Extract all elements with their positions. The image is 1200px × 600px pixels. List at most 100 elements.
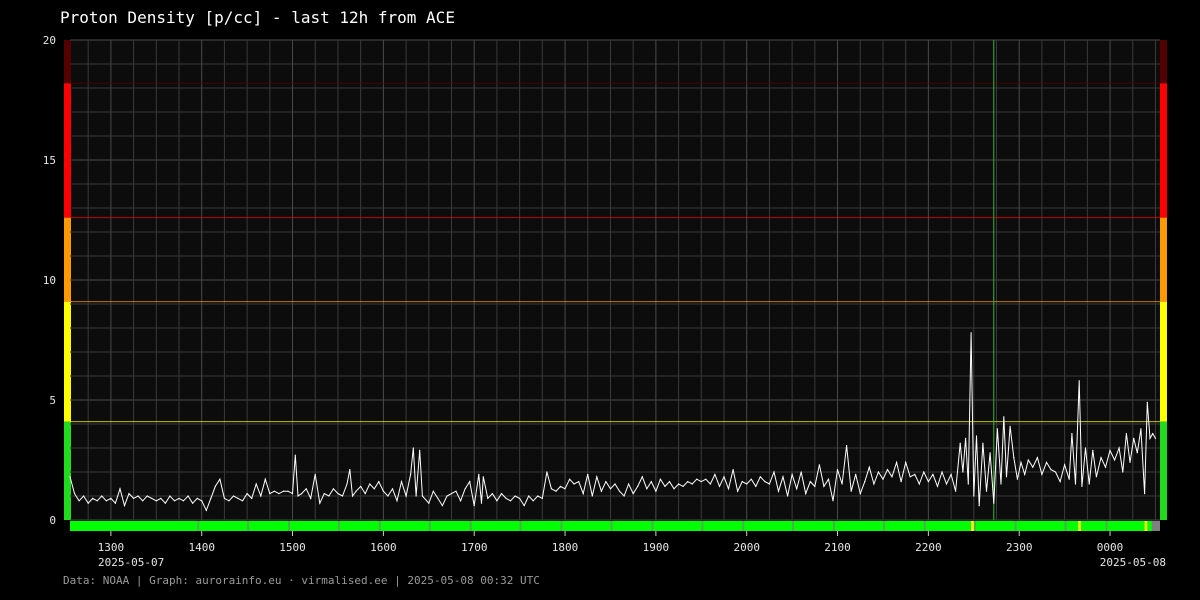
data-point bbox=[487, 497, 489, 499]
data-point bbox=[941, 471, 943, 473]
data-point bbox=[705, 478, 707, 480]
data-point bbox=[1100, 457, 1102, 459]
data-point bbox=[800, 471, 802, 473]
data-point bbox=[546, 471, 548, 473]
data-point bbox=[482, 476, 484, 478]
data-point bbox=[337, 493, 339, 495]
data-point bbox=[1092, 449, 1094, 451]
data-point bbox=[419, 449, 421, 451]
data-point bbox=[696, 478, 698, 480]
data-point bbox=[500, 493, 503, 495]
data-point bbox=[891, 476, 893, 478]
data-point bbox=[965, 437, 967, 439]
status-bar-tick bbox=[973, 521, 976, 531]
data-point bbox=[223, 497, 225, 499]
status-bar-ok bbox=[70, 521, 1157, 531]
x-tick-label: 2100 bbox=[824, 541, 851, 554]
x-tick-label: 1500 bbox=[279, 541, 306, 554]
data-point bbox=[555, 490, 557, 492]
data-point bbox=[641, 476, 643, 478]
status-bar-tick bbox=[1014, 521, 1017, 531]
data-point bbox=[1144, 493, 1146, 495]
data-point bbox=[1118, 447, 1120, 449]
data-point bbox=[146, 495, 148, 497]
y-axis-ticks: 0 5 10 15 20 bbox=[43, 34, 56, 527]
data-point bbox=[773, 471, 775, 473]
x-tick-label: 1300 bbox=[98, 541, 125, 554]
data-point bbox=[818, 464, 821, 466]
data-point bbox=[255, 483, 257, 485]
data-point bbox=[328, 495, 330, 497]
data-point bbox=[446, 495, 448, 497]
level-band-right-yellow bbox=[1160, 301, 1167, 422]
date-label-start: 2025-05-07 bbox=[98, 556, 164, 569]
data-point bbox=[114, 502, 116, 504]
date-labels: 2025-05-07 2025-05-08 bbox=[98, 556, 1166, 569]
data-point bbox=[973, 495, 975, 497]
data-point bbox=[975, 435, 978, 437]
data-point bbox=[1081, 485, 1083, 487]
data-point bbox=[959, 442, 961, 444]
data-point bbox=[523, 505, 525, 507]
data-point bbox=[69, 476, 71, 478]
data-point bbox=[1013, 457, 1015, 459]
data-point bbox=[755, 485, 757, 487]
data-point bbox=[232, 495, 235, 497]
data-point bbox=[301, 493, 303, 495]
data-point bbox=[269, 493, 271, 495]
status-segment-warn bbox=[1078, 521, 1081, 531]
data-point bbox=[914, 473, 916, 475]
y-tick-label: 15 bbox=[43, 154, 56, 167]
data-point bbox=[1154, 437, 1157, 439]
data-point bbox=[1109, 449, 1111, 451]
data-point bbox=[955, 490, 957, 492]
data-point bbox=[505, 497, 507, 499]
x-axis-ticks: 1300 1400 1500 1600 1700 1800 1900 2000 2100 2200… bbox=[98, 531, 1123, 554]
data-point bbox=[469, 481, 471, 483]
data-point bbox=[605, 481, 607, 483]
status-bar-tick bbox=[833, 521, 835, 531]
data-point bbox=[297, 495, 299, 497]
data-point bbox=[460, 500, 462, 502]
data-point bbox=[655, 490, 657, 492]
data-point bbox=[909, 476, 911, 478]
data-point bbox=[496, 500, 498, 502]
data-point bbox=[428, 502, 430, 504]
x-tick-label: 2000 bbox=[733, 541, 760, 554]
data-point bbox=[832, 500, 834, 502]
data-point bbox=[1020, 461, 1022, 463]
data-point bbox=[314, 473, 316, 475]
data-point bbox=[996, 428, 999, 430]
data-point bbox=[412, 447, 414, 449]
data-point bbox=[242, 500, 244, 502]
data-point bbox=[164, 502, 166, 504]
data-point bbox=[196, 497, 198, 499]
data-point bbox=[600, 490, 603, 492]
data-point bbox=[1078, 380, 1080, 382]
data-point bbox=[1032, 466, 1034, 468]
data-point bbox=[396, 500, 398, 502]
level-band-right-darkred bbox=[1160, 40, 1167, 84]
data-point bbox=[868, 466, 870, 468]
data-point bbox=[882, 478, 884, 480]
chart-canvas: 0 5 10 15 20 1300 1400 1500 1600 1700 1800 1900 200… bbox=[43, 34, 1167, 569]
data-point bbox=[1071, 433, 1073, 435]
data-point bbox=[900, 481, 902, 483]
level-band-left-orange bbox=[64, 217, 71, 302]
data-point bbox=[169, 495, 171, 497]
level-band-left-green bbox=[64, 421, 71, 520]
data-point bbox=[673, 488, 675, 490]
data-point bbox=[841, 483, 843, 485]
data-point bbox=[559, 485, 562, 487]
data-point bbox=[110, 497, 112, 499]
data-point bbox=[1045, 461, 1048, 463]
y-tick-label: 20 bbox=[43, 34, 56, 47]
data-point bbox=[369, 483, 371, 485]
data-point bbox=[1152, 433, 1154, 435]
data-point bbox=[737, 490, 739, 492]
data-point bbox=[323, 493, 325, 495]
data-point bbox=[541, 497, 543, 499]
data-point bbox=[96, 500, 98, 502]
data-point bbox=[936, 485, 939, 487]
data-point bbox=[382, 490, 384, 492]
